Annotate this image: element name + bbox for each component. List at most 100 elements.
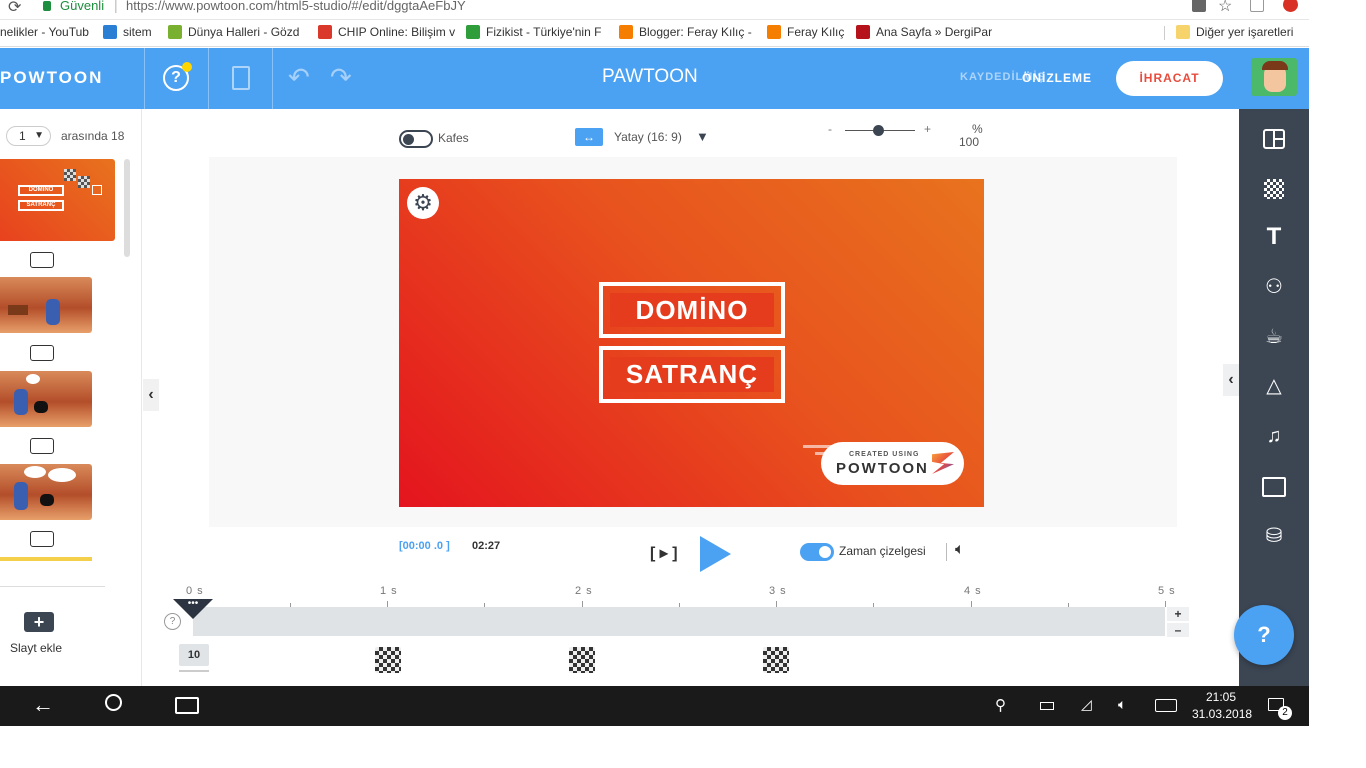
powtoon-badge: CREATED USING POWTOON [821,442,964,485]
volume-icon[interactable]: 🔈︎ [955,541,965,559]
magic-hat-icon[interactable]: ⛁ [1257,521,1291,551]
zoom-out-button[interactable]: - [828,122,832,136]
text-box-domino[interactable]: DOMİNO [599,282,785,338]
keyboard-icon[interactable] [1155,699,1177,712]
slide-thumb-5-partial[interactable] [0,557,92,561]
bookmark-item[interactable]: Ana Sayfa » DergiPar [856,25,992,39]
wifi-icon[interactable]: ◿ [1081,696,1092,713]
slide-canvas[interactable]: ⚙ DOMİNO SATRANÇ CREATED USING POWTOON [399,179,984,507]
shapes-icon[interactable]: △ [1257,371,1291,401]
update-icon[interactable] [1283,0,1298,12]
layout-icon[interactable] [1257,123,1291,153]
slide-thumb-4[interactable] [0,464,92,520]
slide-duration-badge[interactable]: 10 [179,644,209,666]
zoom-percent-sign: % [972,122,983,136]
slide-thumb-2[interactable] [0,277,92,333]
transition-icon[interactable] [30,345,54,361]
secure-label: Güvenli [60,0,105,13]
speaker-icon[interactable]: 🔈︎ [1118,696,1126,713]
zoom-in-button[interactable]: + [924,122,931,136]
timeline-track[interactable] [193,607,1165,636]
dp-icon [856,25,870,39]
powtoon-logo[interactable]: POWTOON [0,68,103,88]
bookmark-item[interactable]: Dünya Halleri - Gözd [168,25,299,39]
orientation-caret-icon[interactable]: ▼ [696,129,709,144]
battery-icon[interactable] [1040,702,1054,710]
timeline-tick-label: 3 s [769,585,787,597]
transition-icon[interactable] [30,252,54,268]
characters-icon[interactable]: ⚇ [1257,272,1291,302]
total-time: 02:27 [472,540,501,552]
background-icon[interactable] [1257,173,1291,203]
windows-taskbar: ← ⚲ ◿ 🔈︎ 21:05 31.03.2018 2 [0,686,1309,726]
timeline-item-chess-2[interactable] [569,647,595,673]
collapse-right-panel-icon[interactable]: ‹ [1223,364,1239,396]
play-scene-button[interactable]: [ ▸ ] [650,543,678,563]
zoom-slider-handle[interactable] [873,125,884,136]
export-button[interactable]: İHRACAT [1116,61,1223,96]
slide-thumb-3[interactable] [0,371,92,427]
grid-toggle[interactable] [399,130,433,148]
bookmark-item[interactable]: Fizikist - Türkiye'nin F [466,25,601,39]
timeline-zoom-in[interactable]: + [1167,607,1189,621]
bookmark-item[interactable]: Blogger: Feray Kılıç - [619,25,752,39]
search-icon[interactable] [105,694,122,711]
avatar[interactable] [1251,58,1297,96]
bookmark-other[interactable]: Diğer yer işaretleri [1176,25,1293,39]
clock-date[interactable]: 31.03.2018 [1192,707,1252,721]
panel-scrollbar[interactable] [124,159,130,257]
add-slide-label[interactable]: Slayt ekle [10,641,62,655]
timeline-tick-label: 4 s [964,585,982,597]
text-box-satranc[interactable]: SATRANÇ [599,346,785,403]
zoom-slider[interactable] [845,125,915,136]
undo-icon[interactable]: ↶ [288,62,310,93]
orientation-label[interactable]: Yatay (16: 9) [614,130,682,144]
timeline-item-chess-1[interactable] [375,647,401,673]
task-view-icon[interactable] [175,697,199,714]
text-icon[interactable]: T [1257,222,1291,252]
url-text[interactable]: https://www.powtoon.com/html5-studio/#/e… [126,0,466,13]
bookmark-item[interactable]: CHIP Online: Bilişim v [318,25,455,39]
timeline-toggle-label: Zaman çizelgesi [839,544,926,558]
slide-thumb-1[interactable]: DOMİNO SATRANÇ [0,159,115,241]
collapse-left-panel-icon[interactable]: ‹ [143,379,159,411]
timeline-toggle[interactable] [800,543,834,561]
slide-settings-icon[interactable]: ⚙ [407,187,439,219]
bookmark-item[interactable]: nelikler - YouTub [0,25,89,39]
notes-icon[interactable] [232,66,250,90]
props-icon[interactable]: ☕︎ [1257,322,1291,352]
preview-button[interactable]: ÖNİZLEME [1022,71,1092,85]
star-icon[interactable]: ☆ [1218,0,1232,16]
timeline: 0 s1 s2 s3 s4 s5 s ? ••• + – 10 [163,585,1193,685]
editor-header: POWTOON ? ↶ ↷ PAWTOON KAYDEDİLMİŞ ÖNİZLE… [0,48,1309,109]
timeline-tick-label: 1 s [380,585,398,597]
project-title[interactable]: PAWTOON [602,66,698,88]
page-select[interactable]: 1 ▼ [6,126,51,146]
clock-time[interactable]: 21:05 [1206,690,1236,704]
translate-icon[interactable] [1192,0,1206,12]
orientation-icon[interactable]: ↔ [575,128,603,146]
bookmark-item[interactable]: Feray Kılıç [767,25,844,39]
folder-icon [1176,25,1190,39]
media-icon[interactable] [1257,471,1291,501]
slides-panel: 1 ▼ arasında 18 DOMİNO SATRANÇ + Slayt e… [0,109,142,686]
bookmark-item[interactable]: sitem [103,25,152,39]
timeline-item-chess-3[interactable] [763,647,789,673]
reload-icon[interactable]: ⟳ [8,0,21,17]
badge-large-text: POWTOON [836,460,929,477]
back-arrow-icon[interactable]: ← [32,692,54,718]
transition-icon[interactable] [30,438,54,454]
play-icon[interactable] [700,536,731,572]
timeline-help-icon[interactable]: ? [164,613,181,630]
help-button[interactable]: ? [1234,605,1294,665]
people-icon[interactable]: ⚲ [995,696,1006,714]
extension-icon[interactable] [1250,0,1264,12]
add-slide-icon[interactable]: + [24,612,54,632]
music-icon[interactable]: ♫ [1257,421,1291,451]
word-satranc: SATRANÇ [610,357,774,392]
timeline-zoom-out[interactable]: – [1167,623,1189,637]
redo-icon[interactable]: ↷ [330,62,352,93]
zoom-value: 100 [959,135,980,149]
transition-icon[interactable] [30,531,54,547]
timeline-tick [1165,601,1166,607]
